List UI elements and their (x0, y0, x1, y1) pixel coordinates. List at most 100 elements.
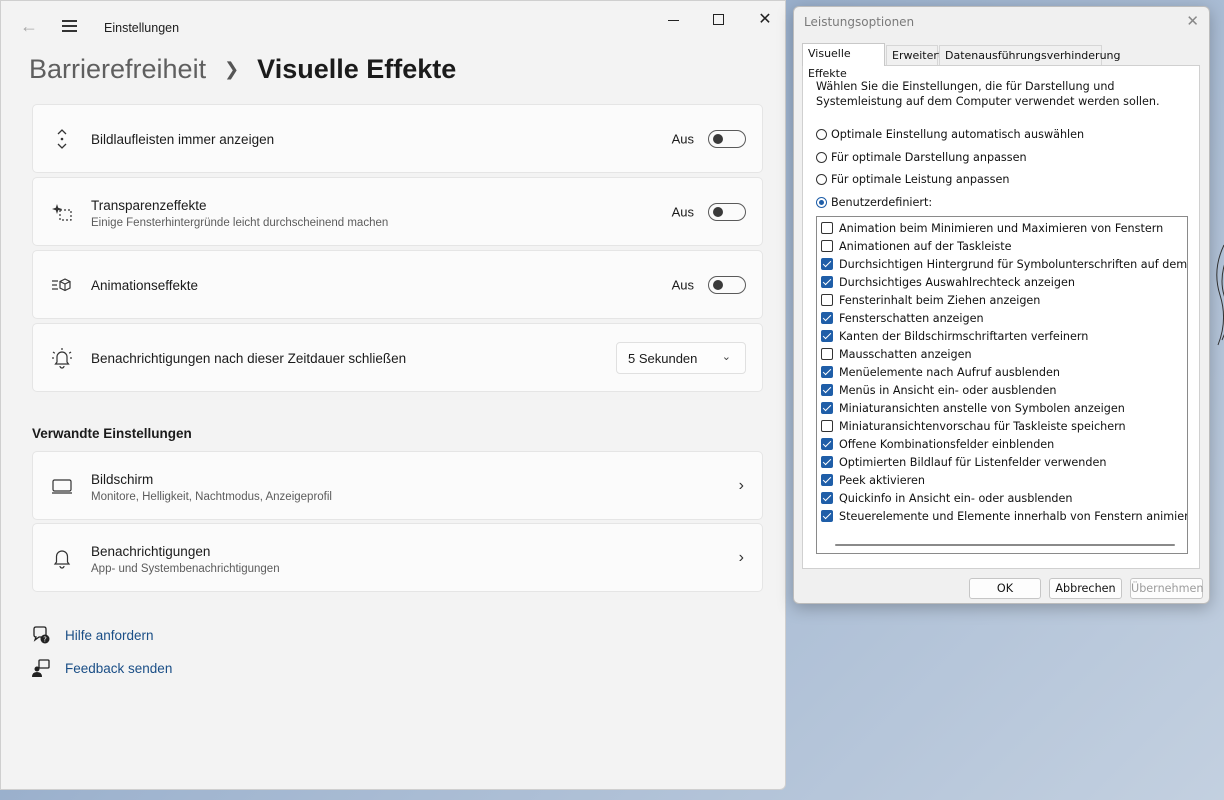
radio-auto[interactable]: Optimale Einstellung automatisch auswähl… (816, 126, 1084, 142)
checkbox-label: Steuerelemente und Elemente innerhalb vo… (839, 509, 1188, 523)
transparency-icon (52, 203, 72, 221)
svg-text:?: ? (43, 636, 47, 644)
close-button[interactable]: ✕ (742, 5, 788, 35)
effect-option[interactable]: Miniaturansichten anstelle von Symbolen … (821, 399, 1125, 417)
radio-button[interactable] (816, 196, 827, 208)
dialog-description: Wählen Sie die Einstellungen, die für Da… (816, 80, 1160, 108)
title-bar: ← Einstellungen ✕ (1, 1, 785, 49)
effect-option[interactable]: Steuerelemente und Elemente innerhalb vo… (821, 507, 1188, 525)
related-description: Monitore, Helligkeit, Nachtmodus, Anzeig… (91, 491, 332, 503)
chevron-right-icon: ❯ (224, 58, 240, 79)
radio-best-appearance[interactable]: Für optimale Darstellung anpassen (816, 149, 1027, 165)
close-icon[interactable]: ✕ (1186, 12, 1199, 30)
effect-option[interactable]: Miniaturansichtenvorschau für Taskleiste… (821, 417, 1126, 435)
effect-option[interactable]: Animation beim Minimieren und Maximieren… (821, 219, 1163, 237)
ok-button[interactable]: OK (969, 578, 1041, 599)
checkbox[interactable] (821, 474, 833, 486)
checkbox-label: Kanten der Bildschirmschriftarten verfei… (839, 329, 1089, 343)
checkbox-label: Quickinfo in Ansicht ein- oder ausblende… (839, 491, 1073, 505)
effect-option[interactable]: Fensterschatten anzeigen (821, 309, 984, 327)
radio-button[interactable] (816, 128, 827, 140)
chevron-down-icon: ⌄ (721, 350, 731, 363)
checkbox-label: Animationen auf der Taskleiste (839, 239, 1012, 253)
apply-button[interactable]: Übernehmen (1130, 578, 1204, 599)
radio-custom[interactable]: Benutzerdefiniert: (816, 194, 932, 210)
related-display[interactable]: Bildschirm Monitore, Helligkeit, Nachtmo… (32, 451, 763, 520)
checkbox[interactable] (821, 258, 833, 270)
setting-label: Benachrichtigungen nach dieser Zeitdauer… (91, 351, 407, 366)
timeout-dropdown[interactable]: 5 Sekunden ⌄ (616, 341, 746, 374)
checkbox-label: Peek aktivieren (839, 473, 925, 487)
effect-option[interactable]: Optimierten Bildlauf für Listenfelder ve… (821, 453, 1106, 471)
checkbox[interactable] (821, 402, 833, 414)
radio-best-performance[interactable]: Für optimale Leistung anpassen (816, 171, 1009, 187)
radio-label: Für optimale Leistung anpassen (831, 172, 1010, 186)
chevron-right-icon: › (738, 548, 744, 566)
horizontal-scrollbar[interactable] (835, 544, 1175, 546)
effect-option[interactable]: Offene Kombinationsfelder einblenden (821, 435, 1054, 453)
checkbox[interactable] (821, 312, 833, 324)
breadcrumb-parent[interactable]: Barrierefreiheit (29, 54, 206, 85)
checkbox[interactable] (821, 510, 833, 522)
checkbox[interactable] (821, 294, 833, 306)
effect-option[interactable]: Kanten der Bildschirmschriftarten verfei… (821, 327, 1088, 345)
checkbox-label: Durchsichtiges Auswahlrechteck anzeigen (839, 275, 1075, 289)
toggle-state: Aus (671, 131, 694, 146)
checkbox-label: Mausschatten anzeigen (839, 347, 972, 361)
tab-visual-effects[interactable]: Visuelle Effekte (802, 43, 885, 80)
bell-icon (53, 549, 71, 569)
checkbox[interactable] (821, 222, 833, 234)
help-link-row[interactable]: ? Hilfe anfordern (31, 624, 154, 646)
feedback-link[interactable]: Feedback senden (65, 661, 172, 676)
checkbox-label: Durchsichtigen Hintergrund für Symbolunt… (839, 257, 1188, 271)
help-link[interactable]: Hilfe anfordern (65, 628, 154, 643)
back-arrow-icon[interactable]: ← (19, 16, 39, 36)
checkbox[interactable] (821, 348, 833, 360)
effect-option[interactable]: Menüs in Ansicht ein- oder ausblenden (821, 381, 1056, 399)
checkbox[interactable] (821, 384, 833, 396)
maximize-button[interactable] (696, 5, 742, 35)
toggle-state: Aus (671, 277, 694, 292)
animation-icon (52, 277, 71, 291)
effect-option[interactable]: Durchsichtiges Auswahlrechteck anzeigen (821, 273, 1075, 291)
setting-label: Bildlaufleisten immer anzeigen (91, 132, 275, 147)
checkbox[interactable] (821, 438, 833, 450)
effects-listbox[interactable]: Animation beim Minimieren und Maximieren… (816, 216, 1188, 554)
checkbox[interactable] (821, 330, 833, 342)
tab-advanced[interactable]: Erweitert (886, 45, 942, 65)
scrollbars-toggle[interactable] (708, 129, 746, 148)
hamburger-menu-icon[interactable] (59, 16, 81, 36)
tab-dep[interactable]: Datenausführungsverhinderung (939, 45, 1121, 65)
related-notifications[interactable]: Benachrichtigungen App- und Systembenach… (32, 523, 763, 592)
checkbox[interactable] (821, 366, 833, 378)
checkbox[interactable] (821, 492, 833, 504)
feedback-link-row[interactable]: Feedback senden (31, 657, 172, 679)
page-title: Visuelle Effekte (257, 53, 457, 84)
effect-option[interactable]: Peek aktivieren (821, 471, 925, 489)
effect-option[interactable]: Mausschatten anzeigen (821, 345, 972, 363)
checkbox[interactable] (821, 276, 833, 288)
setting-description: Einige Fensterhintergründe leicht durchs… (91, 217, 389, 229)
window-title: Einstellungen (104, 21, 180, 35)
effect-option[interactable]: Animationen auf der Taskleiste (821, 237, 1012, 255)
transparency-toggle[interactable] (708, 202, 746, 221)
minimize-button[interactable] (651, 5, 697, 35)
checkbox[interactable] (821, 240, 833, 252)
effect-option[interactable]: Fensterinhalt beim Ziehen anzeigen (821, 291, 1040, 309)
animations-toggle[interactable] (708, 275, 746, 294)
effect-option[interactable]: Durchsichtigen Hintergrund für Symbolunt… (821, 255, 1188, 273)
radio-button[interactable] (816, 173, 827, 185)
settings-window: ← Einstellungen ✕ Barrierefreiheit ❯ Vis… (0, 0, 786, 790)
radio-button[interactable] (816, 151, 827, 163)
monitor-icon (52, 478, 72, 494)
checkbox-label: Menüs in Ansicht ein- oder ausblenden (839, 383, 1057, 397)
setting-label: Animationseffekte (91, 278, 199, 293)
effect-option[interactable]: Menüelemente nach Aufruf ausblenden (821, 363, 1060, 381)
setting-notification-timeout: Benachrichtigungen nach dieser Zeitdauer… (32, 323, 763, 392)
cancel-button[interactable]: Abbrechen (1049, 578, 1122, 599)
checkbox[interactable] (821, 456, 833, 468)
checkbox[interactable] (821, 420, 833, 432)
radio-label: Optimale Einstellung automatisch auswähl… (831, 127, 1085, 141)
scrollbar-icon (57, 128, 67, 149)
effect-option[interactable]: Quickinfo in Ansicht ein- oder ausblende… (821, 489, 1073, 507)
